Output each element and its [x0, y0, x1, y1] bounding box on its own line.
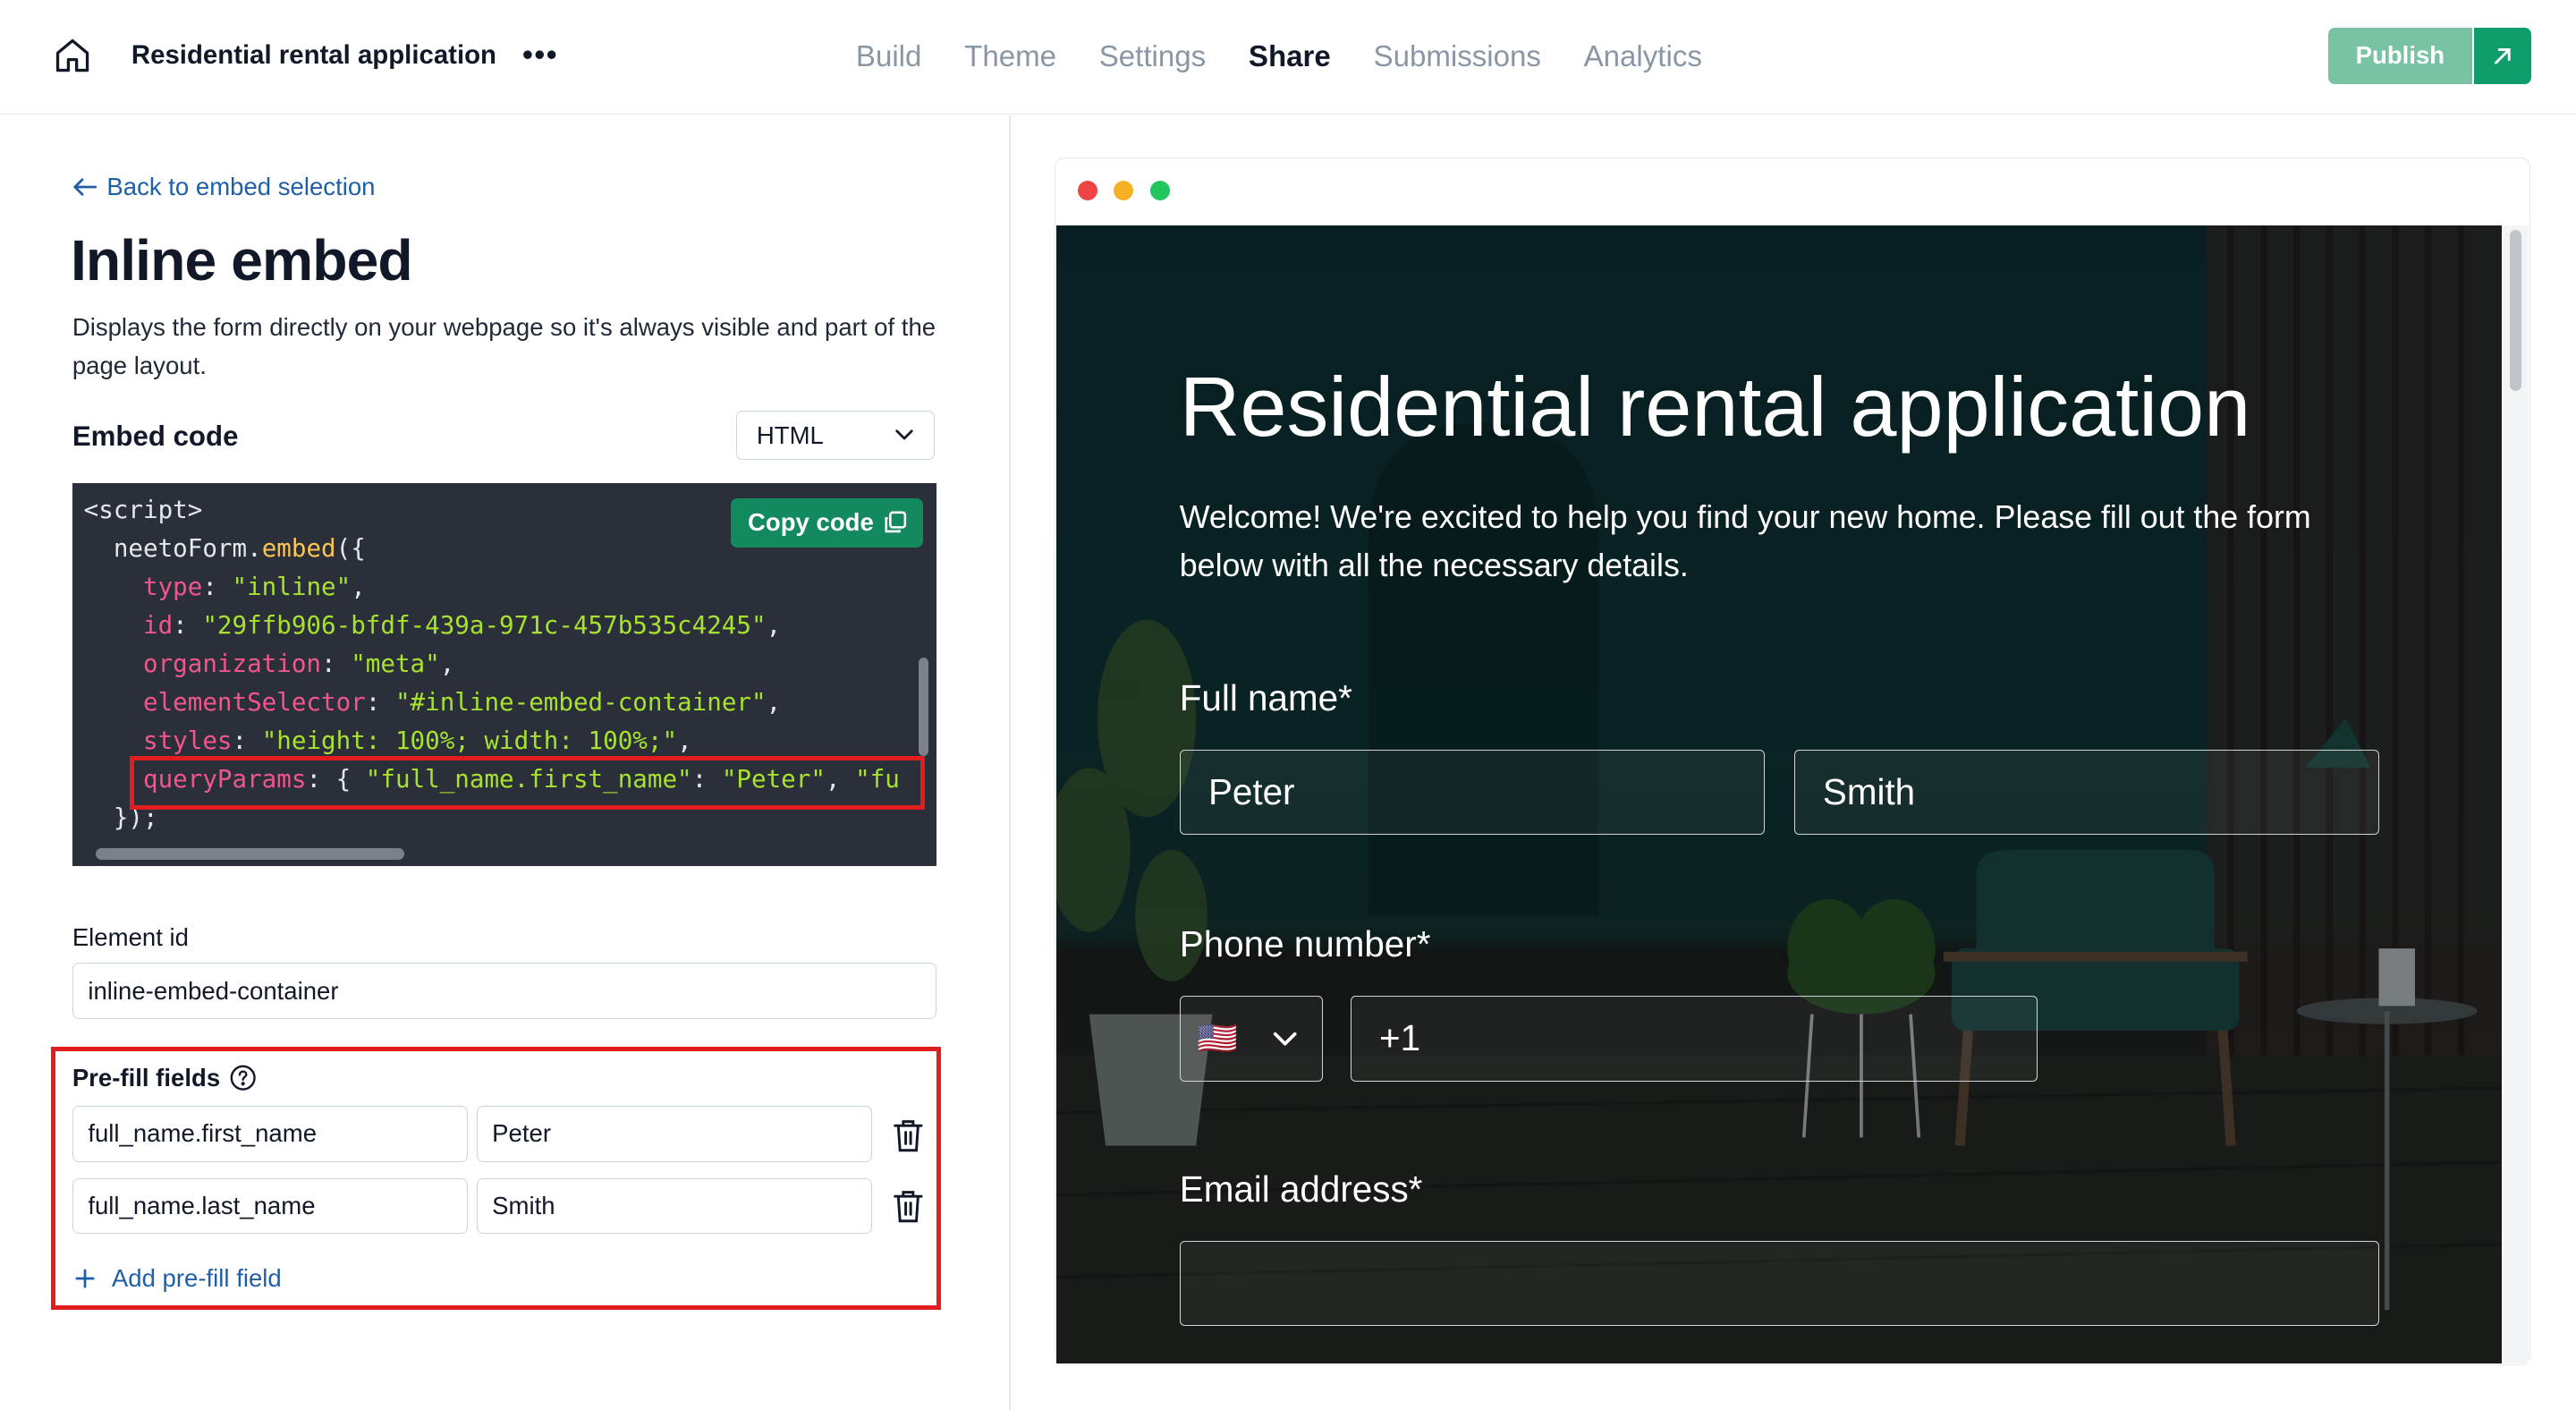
nav-theme[interactable]: Theme — [943, 36, 1078, 79]
code-token: "height: 100%; width: 100%;" — [261, 726, 678, 756]
phone-number-field[interactable]: +1 — [1350, 996, 2038, 1082]
prefill-fields-title: Pre-fill fields — [72, 1063, 221, 1091]
code-token: "inline" — [232, 573, 352, 602]
preview-scrollbar-track — [2504, 225, 2529, 1364]
country-code-select[interactable]: 🇺🇸 — [1179, 996, 1323, 1082]
copy-icon — [885, 511, 906, 533]
query-params-highlight — [130, 755, 926, 811]
nav-build[interactable]: Build — [835, 36, 943, 79]
code-horizontal-scrollbar[interactable] — [95, 847, 404, 860]
code-token: organization — [143, 650, 322, 679]
page-title: Inline embed — [70, 228, 413, 293]
last-name-value: Smith — [1822, 770, 1916, 812]
help-circle-icon[interactable] — [230, 1065, 256, 1091]
more-horizontal-icon[interactable]: ••• — [522, 36, 558, 75]
plus-icon — [75, 1269, 96, 1288]
element-id-label: Element id — [72, 923, 189, 952]
form-title-header: Residential rental application — [131, 40, 497, 71]
publish-button[interactable]: Publish — [2327, 28, 2473, 84]
nav-analytics[interactable]: Analytics — [1563, 36, 1724, 79]
preview-form-description: Welcome! We're excited to help you find … — [1179, 499, 2311, 584]
phone-number-value: +1 — [1378, 1017, 1421, 1059]
home-icon[interactable] — [53, 36, 92, 75]
prefill-fields-label: Pre-fill fields — [72, 1062, 257, 1095]
first-name-field[interactable]: Peter — [1179, 749, 1765, 836]
page-description: Displays the form directly on your webpa… — [72, 313, 936, 379]
code-token: type — [143, 573, 203, 602]
trash-icon[interactable] — [892, 1188, 925, 1224]
nav-submissions[interactable]: Submissions — [1352, 36, 1563, 79]
prefill-value-input[interactable] — [476, 1106, 873, 1162]
element-id-input[interactable] — [72, 963, 936, 1019]
code-token: "meta" — [351, 650, 440, 679]
code-top-mask — [72, 482, 936, 493]
email-address-field[interactable] — [1179, 1240, 2379, 1327]
back-to-embed-selection-link[interactable]: Back to embed selection — [72, 171, 376, 204]
prefill-key-input[interactable] — [72, 1177, 469, 1235]
back-link-label: Back to embed selection — [106, 173, 376, 201]
email-address-label: Email address* — [1179, 1168, 1423, 1210]
copy-code-button[interactable]: Copy code — [731, 497, 924, 548]
copy-code-label: Copy code — [748, 508, 874, 537]
last-name-field[interactable]: Smith — [1793, 749, 2379, 836]
embed-format-select[interactable]: HTML — [735, 411, 936, 461]
first-name-value: Peter — [1208, 770, 1295, 812]
chevron-down-icon — [1274, 1032, 1297, 1046]
trash-icon[interactable] — [892, 1117, 925, 1153]
preview-scrollbar[interactable] — [2510, 230, 2522, 392]
code-token: styles — [143, 726, 233, 756]
prefill-key-input[interactable] — [72, 1106, 469, 1162]
window-maximize-dot — [1149, 181, 1170, 201]
code-token: "29ffb906-bfdf-439a-971c-457b535c4245" — [202, 611, 767, 641]
chevron-down-icon — [895, 429, 913, 440]
code-token: embed — [261, 534, 336, 564]
code-token: id — [143, 611, 174, 641]
embed-code-label: Embed code — [72, 420, 239, 453]
main-nav: Build Theme Settings Share Submissions A… — [835, 36, 1724, 79]
add-prefill-field-button[interactable]: Add pre-fill field — [75, 1262, 282, 1295]
code-token: "#inline-embed-container" — [394, 688, 767, 718]
external-link-icon — [2495, 47, 2512, 64]
code-token: ({ — [335, 534, 366, 564]
phone-number-label: Phone number* — [1179, 923, 1431, 965]
us-flag-icon: 🇺🇸 — [1197, 1020, 1238, 1058]
nav-share[interactable]: Share — [1227, 36, 1352, 79]
preview-form-title: Residential rental application — [1179, 360, 2251, 454]
nav-settings[interactable]: Settings — [1078, 36, 1227, 79]
full-name-label: Full name* — [1179, 676, 1352, 718]
prefill-value-input[interactable] — [476, 1177, 873, 1235]
code-token: neetoForm — [113, 534, 248, 564]
publish-external-link-button[interactable] — [2474, 28, 2532, 84]
window-close-dot — [1077, 181, 1097, 201]
arrow-left-icon — [73, 178, 97, 197]
panel-divider — [1008, 115, 1011, 1410]
add-prefill-label: Add pre-fill field — [111, 1263, 282, 1292]
code-token: elementSelector — [143, 688, 366, 718]
format-selected-value: HTML — [756, 420, 824, 449]
code-vertical-scrollbar[interactable] — [918, 657, 928, 756]
code-line: <script> — [83, 496, 203, 525]
